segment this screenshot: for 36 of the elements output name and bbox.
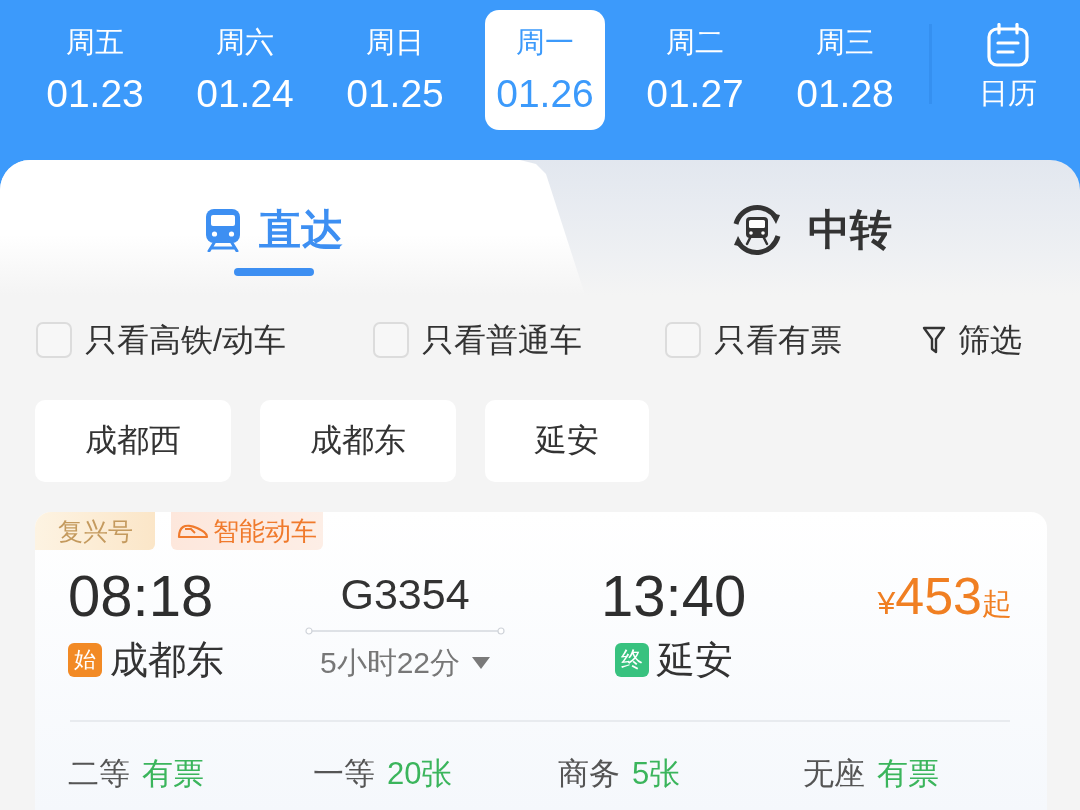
terminal-badge: 终: [614, 643, 649, 677]
seat-class: 二等: [68, 754, 130, 793]
checkbox-label[interactable]: 只看高铁/动车: [85, 320, 286, 360]
station-chip[interactable]: 延安: [485, 400, 649, 482]
seat-class: 无座: [803, 754, 865, 793]
bullet-train-icon: [177, 523, 209, 539]
seat-class: 商务: [558, 754, 620, 793]
checkbox[interactable]: [373, 322, 409, 358]
checkbox[interactable]: [665, 322, 701, 358]
tag-label: 智能动车: [213, 514, 317, 548]
tab[interactable]: 中转: [585, 160, 1080, 295]
station-chip[interactable]: 成都东: [260, 400, 456, 482]
duration-toggle[interactable]: 5小时22分: [319, 645, 491, 681]
checkbox-label[interactable]: 只看普通车: [422, 320, 582, 360]
train-number: G3354: [340, 569, 470, 619]
seat-availability: 5张: [632, 754, 681, 793]
checkbox-label[interactable]: 只看有票: [714, 320, 842, 360]
train-icon: [204, 208, 241, 252]
seat-availability: 有票: [142, 754, 204, 793]
price: ¥453起: [877, 566, 1012, 627]
filter-icon: [922, 326, 946, 354]
filter-button[interactable]: 筛选: [922, 320, 1022, 360]
calendar-icon: [986, 23, 1030, 67]
checkbox[interactable]: [36, 322, 72, 358]
arrival-station: 延安: [656, 638, 733, 682]
train-card[interactable]: 复兴号 智能动车 08:18 始 成都东 G3354 5小时22分 13:40 终 延安 ¥453起 二等 有票 一等 20张 商务 5张 无座 有票: [35, 512, 1047, 810]
departure-time: 08:18: [68, 564, 214, 628]
caret-icon: [472, 657, 491, 669]
arrival-time: 13:40: [601, 564, 747, 628]
seat-class: 一等: [313, 754, 375, 793]
station-chip[interactable]: 成都西: [35, 400, 231, 482]
departure-station: 成都东: [110, 638, 224, 682]
origin-badge: 始: [68, 643, 102, 677]
train-type-tag: 复兴号: [35, 512, 155, 550]
seat-availability: 20张: [387, 754, 453, 793]
seat-availability: 有票: [877, 754, 939, 793]
